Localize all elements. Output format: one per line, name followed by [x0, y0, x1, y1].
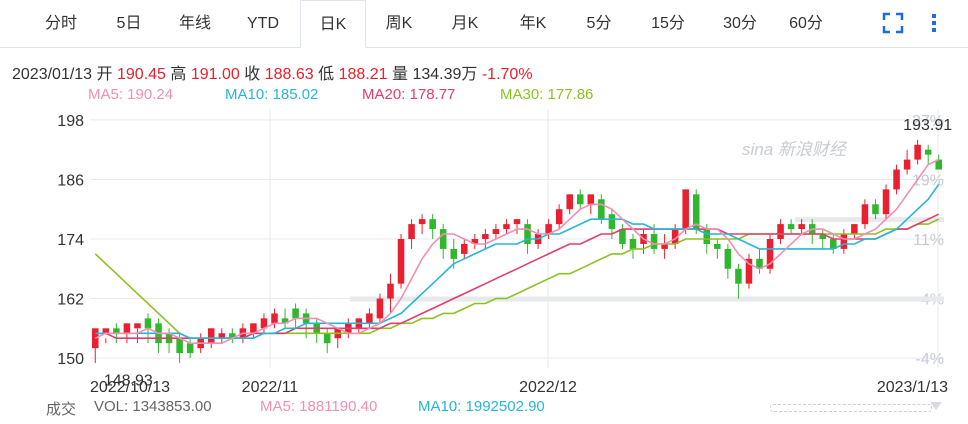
- right-tick-label: 11%: [913, 232, 944, 249]
- candle-body: [376, 298, 384, 319]
- candle-body: [608, 214, 616, 230]
- x-tick-label: 2023/1/13: [877, 379, 948, 396]
- volume-value: VOL: 1343853.00: [94, 398, 212, 415]
- candle-body: [271, 313, 278, 324]
- candle-body: [439, 229, 447, 249]
- candle-body: [893, 169, 900, 190]
- candle-body: [144, 318, 152, 329]
- candle-body: [292, 308, 299, 319]
- candle-body: [798, 224, 805, 230]
- candle-body: [777, 224, 784, 239]
- volume-scroll-arrow-icon[interactable]: [930, 402, 942, 410]
- candle-body: [629, 239, 637, 249]
- y-tick-label: 150: [57, 351, 84, 368]
- y-tick-label: 174: [57, 232, 84, 249]
- candle-body: [397, 239, 405, 284]
- kline-chart[interactable]: 19827%18619%17411%1624%150-4%2022/10/132…: [0, 0, 968, 424]
- candle-body: [524, 224, 531, 244]
- y-tick-label: 162: [57, 292, 84, 309]
- candle-body: [903, 159, 911, 170]
- volume-scroll-bar[interactable]: [770, 404, 932, 412]
- volume-ma10: MA10: 1992502.90: [418, 398, 545, 415]
- candle-body: [576, 194, 584, 205]
- max-price-label: 193.91: [903, 117, 952, 134]
- x-tick-label: 2022/11: [242, 379, 299, 396]
- candle-body: [450, 248, 458, 259]
- candle-body: [882, 189, 890, 215]
- candle-body: [598, 199, 605, 220]
- candle-body: [123, 323, 131, 334]
- candle-body: [408, 224, 415, 239]
- candle-body: [513, 219, 521, 225]
- candle-body: [724, 248, 732, 269]
- ma10-line: [95, 183, 940, 340]
- reference-band: [350, 296, 944, 302]
- candle-body: [555, 209, 563, 225]
- candle-body: [566, 194, 573, 210]
- candle-body: [366, 313, 373, 324]
- candle-body: [840, 234, 848, 249]
- candle-body: [503, 224, 510, 230]
- volume-ma5: MA5: 1881190.40: [260, 398, 378, 415]
- candle-body: [134, 323, 141, 329]
- candle-body: [872, 204, 879, 215]
- candle-body: [323, 333, 331, 344]
- candle-body: [861, 204, 869, 225]
- candle-body: [387, 283, 394, 299]
- candle-body: [703, 229, 711, 244]
- candle-body: [650, 234, 658, 249]
- candle-body: [186, 343, 194, 354]
- candle-body: [735, 268, 742, 284]
- candle-body: [587, 194, 595, 205]
- volume-label: 成交: [46, 401, 77, 418]
- candle-body: [492, 229, 500, 235]
- candle-body: [851, 224, 858, 235]
- x-tick-label: 2022/12: [519, 379, 577, 396]
- candle-body: [418, 219, 426, 225]
- candle-body: [176, 338, 183, 354]
- candle-body: [682, 189, 689, 230]
- candle-body: [482, 234, 489, 239]
- right-tick-label: -4%: [916, 351, 944, 368]
- candle-body: [914, 144, 921, 160]
- candle-body: [207, 328, 215, 344]
- sina-watermark: sina 新浪财经: [742, 140, 848, 159]
- min-price-label: 148.93: [104, 372, 153, 389]
- candle-body: [619, 229, 626, 244]
- y-tick-label: 186: [57, 172, 84, 189]
- candle-body: [429, 219, 436, 230]
- candle-body: [461, 243, 468, 254]
- candle-body: [924, 149, 932, 155]
- candle-body: [787, 224, 795, 230]
- y-tick-label: 198: [57, 113, 84, 130]
- candle-body: [92, 328, 99, 349]
- ma5-line: [94, 158, 940, 345]
- candle-body: [714, 243, 721, 249]
